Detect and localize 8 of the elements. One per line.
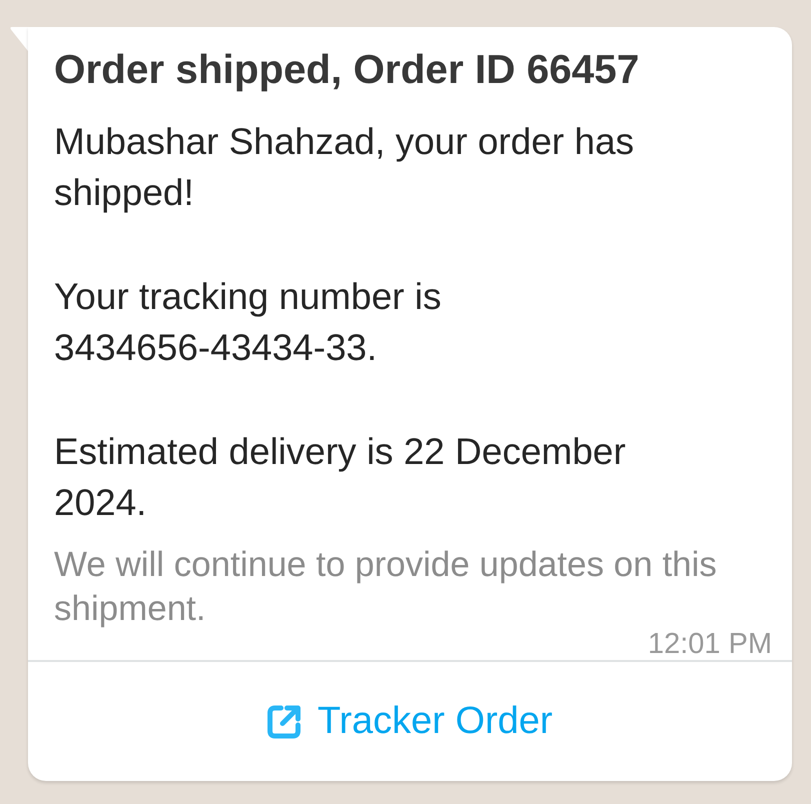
footer-note: We will continue to provide updates on this shipment. (54, 544, 718, 630)
message-text: Mubashar Shahzad, your order has shipped! (54, 120, 636, 215)
message-text: Estimated delivery is 22 December 2024. (54, 430, 627, 525)
external-link-icon (267, 704, 302, 738)
tracker-order-button[interactable]: Tracker Order (261, 696, 559, 747)
message-text: Your tracking number is 3434656-43434-33. (54, 275, 442, 370)
message-time: 12:01 PM (648, 631, 772, 657)
message-title: Order shipped, Order ID 66457 (54, 45, 640, 93)
